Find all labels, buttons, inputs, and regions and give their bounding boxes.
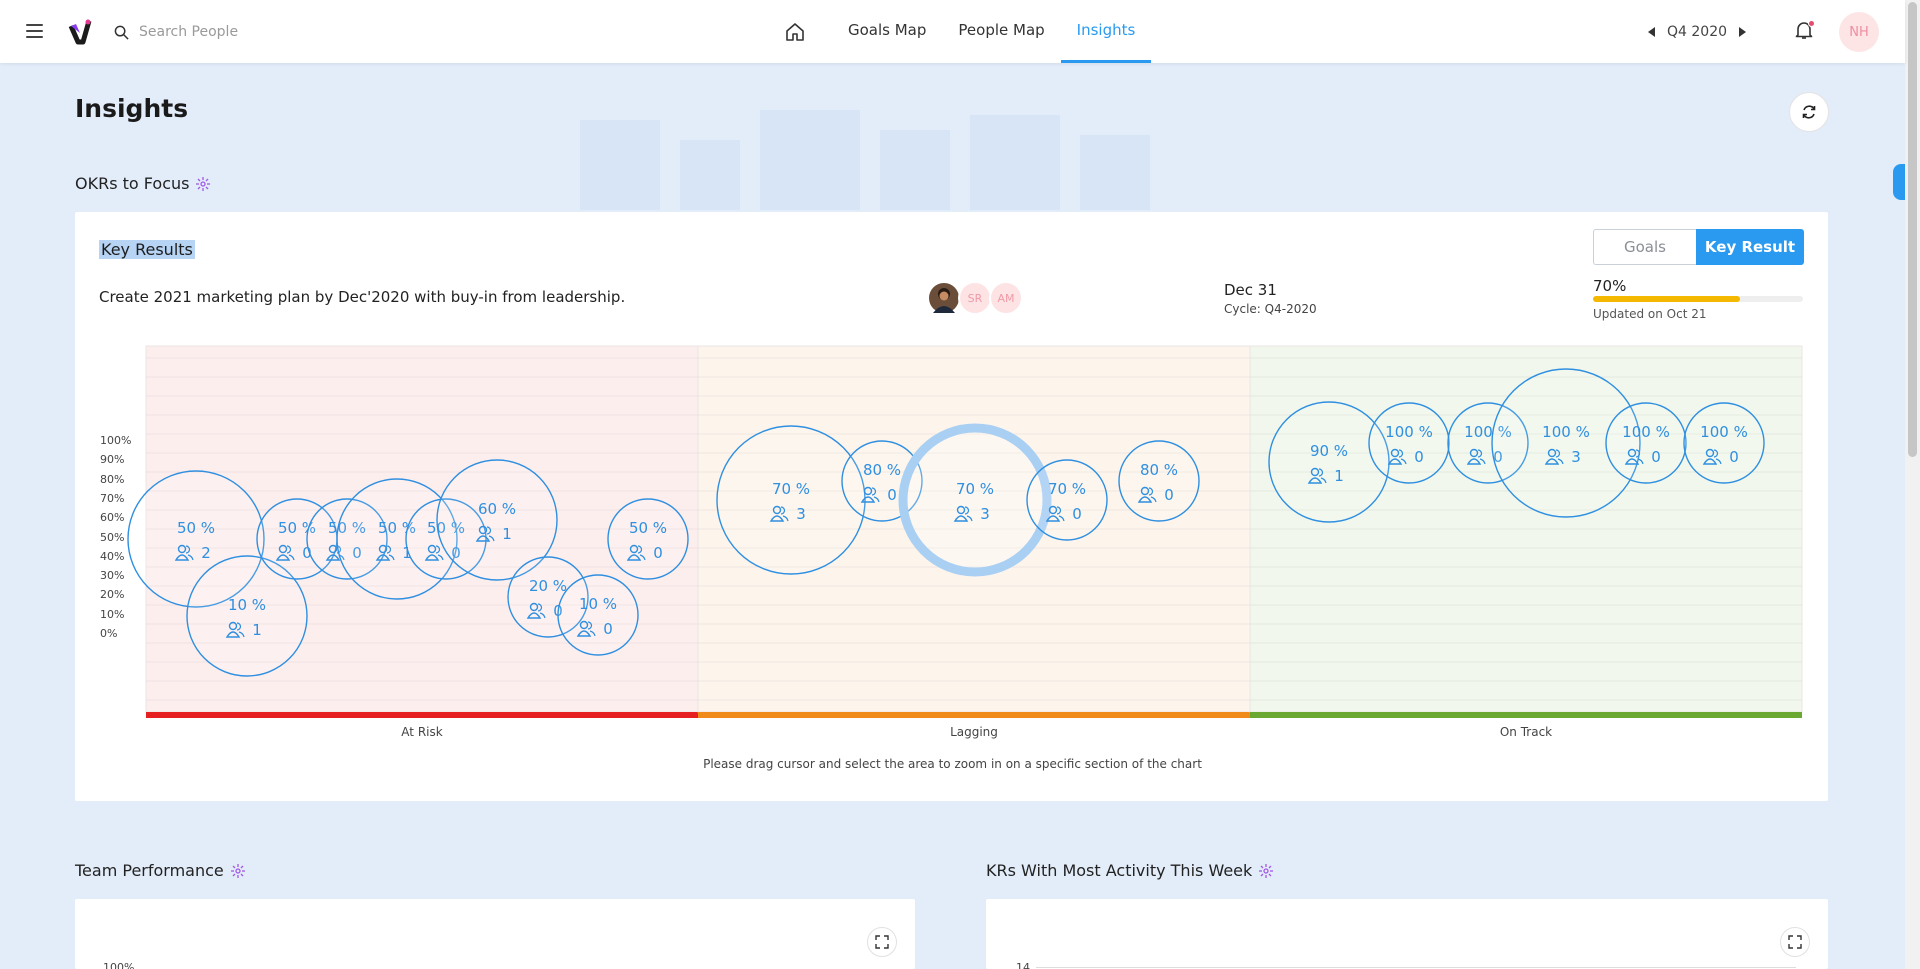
bubble-people-count[interactable]: 0 — [1729, 448, 1739, 466]
next-quarter-icon[interactable] — [1739, 27, 1747, 37]
user-avatar[interactable]: NH — [1839, 12, 1879, 52]
sparkle-icon — [230, 863, 245, 878]
expand-icon[interactable] — [867, 927, 897, 957]
bubble-20[interactable]: 100 % 0 — [1605, 402, 1687, 484]
bubble-circle[interactable] — [1605, 402, 1687, 484]
team-performance-label: Team Performance — [75, 861, 224, 880]
notification-bell-icon[interactable] — [1795, 20, 1815, 42]
bubble-percent[interactable]: 20 % — [529, 577, 567, 595]
zone-bar — [146, 712, 698, 718]
tab-goals-map[interactable]: Goals Map — [832, 0, 942, 63]
main-nav: Goals Map People Map Insights — [775, 0, 1152, 63]
bubble-percent[interactable]: 60 % — [478, 500, 516, 518]
bubble-11[interactable]: 70 % 3 — [716, 425, 866, 575]
expand-icon[interactable] — [1780, 927, 1810, 957]
bubble-percent[interactable]: 70 % — [956, 480, 994, 498]
team-performance-card: 100% — [75, 899, 915, 969]
bubble-percent[interactable]: 100 % — [1700, 423, 1748, 441]
bubble-circle[interactable] — [557, 574, 639, 656]
bubble-13[interactable]: 70 % 3 — [898, 423, 1052, 577]
bubble-people-count[interactable]: 0 — [887, 486, 897, 504]
bubble-people-count[interactable]: 0 — [603, 620, 613, 638]
bubble-people-count[interactable]: 3 — [1571, 448, 1581, 466]
bubble-percent[interactable]: 70 % — [772, 480, 810, 498]
bubble-15[interactable]: 80 % 0 — [1118, 440, 1200, 522]
quarter-label: Q4 2020 — [1667, 24, 1728, 40]
bubble-21[interactable]: 100 % 0 — [1683, 402, 1765, 484]
team-performance-first-tick: 100% — [103, 961, 135, 969]
bubble-people-count[interactable]: 1 — [252, 621, 262, 639]
bubble-people-count[interactable]: 0 — [1072, 505, 1082, 523]
vertical-scrollbar[interactable] — [1905, 0, 1920, 969]
bubble-circle[interactable] — [1026, 459, 1108, 541]
bubble-people-count[interactable]: 2 — [201, 544, 211, 562]
bubble-14[interactable]: 70 % 0 — [1026, 459, 1108, 541]
app-logo[interactable] — [68, 18, 92, 46]
bubble-percent[interactable]: 100 % — [1542, 423, 1590, 441]
kr-activity-first-tick: 14 — [1016, 961, 1030, 969]
bubble-people-count[interactable]: 0 — [1651, 448, 1661, 466]
zone-bar — [698, 712, 1250, 718]
bubble-percent[interactable]: 80 % — [1140, 461, 1178, 479]
bubble-16[interactable]: 90 % 1 — [1268, 401, 1390, 523]
bubble-circle[interactable] — [898, 423, 1052, 577]
previous-quarter-icon[interactable] — [1648, 27, 1655, 37]
zone-bar — [1250, 712, 1802, 718]
bubble-percent[interactable]: 50 % — [629, 519, 667, 537]
bubble-percent[interactable]: 80 % — [863, 461, 901, 479]
search-input[interactable] — [139, 24, 359, 40]
bubble-9[interactable]: 10 % 0 — [557, 574, 639, 656]
bubble-people-count[interactable]: 0 — [653, 544, 663, 562]
kr-activity-label: KRs With Most Activity This Week — [986, 861, 1253, 880]
bubble-circle[interactable] — [1368, 402, 1450, 484]
zoom-hint: Please drag cursor and select the area t… — [703, 757, 1202, 771]
kr-activity-card: 14 — [986, 899, 1828, 969]
quarter-selector: Q4 2020 — [1648, 22, 1747, 42]
bubble-people-count[interactable]: 3 — [980, 505, 990, 523]
bubble-people-count[interactable]: 0 — [1164, 486, 1174, 504]
menu-icon[interactable] — [26, 24, 43, 38]
bubble-percent[interactable]: 100 % — [1385, 423, 1433, 441]
bubble-circle[interactable] — [716, 425, 866, 575]
bubble-people-count[interactable]: 0 — [1414, 448, 1424, 466]
bubble-circle[interactable] — [1118, 440, 1200, 522]
bubble-circle[interactable] — [607, 498, 689, 580]
okr-bubble-chart[interactable]: 50 %210 %150 %050 %050 %150 %060 %120 %0… — [0, 0, 1905, 760]
notification-dot — [1808, 20, 1815, 27]
bubble-percent[interactable]: 10 % — [228, 596, 266, 614]
top-navigation-bar: Goals Map People Map Insights Q4 2020 NH — [0, 0, 1905, 63]
people-search — [114, 20, 374, 44]
bubble-circle[interactable] — [1683, 402, 1765, 484]
bubble-percent[interactable]: 50 % — [177, 519, 215, 537]
bubble-percent[interactable]: 10 % — [579, 595, 617, 613]
kr-activity-title: KRs With Most Activity This Week — [986, 861, 1274, 880]
tab-people-map[interactable]: People Map — [942, 0, 1060, 63]
search-icon — [114, 25, 129, 40]
bubble-percent[interactable]: 90 % — [1310, 442, 1348, 460]
team-performance-title: Team Performance — [75, 861, 246, 880]
scrollbar-thumb[interactable] — [1908, 2, 1917, 457]
bubble-people-count[interactable]: 1 — [502, 525, 512, 543]
kr-activity-gridline — [1036, 967, 1796, 968]
bubble-percent[interactable]: 100 % — [1622, 423, 1670, 441]
zone-label: At Risk — [401, 725, 443, 739]
home-icon[interactable] — [775, 0, 815, 63]
bubble-17[interactable]: 100 % 0 — [1368, 402, 1450, 484]
bubble-people-count[interactable]: 3 — [796, 505, 806, 523]
zone-label: On Track — [1499, 725, 1553, 739]
bubble-circle[interactable] — [1268, 401, 1390, 523]
zone-label: Lagging — [950, 725, 998, 739]
sparkle-icon — [1259, 863, 1274, 878]
bubble-percent[interactable]: 70 % — [1048, 480, 1086, 498]
tab-insights[interactable]: Insights — [1060, 0, 1152, 63]
bubble-10[interactable]: 50 % 0 — [607, 498, 689, 580]
bubble-people-count[interactable]: 1 — [1334, 467, 1344, 485]
